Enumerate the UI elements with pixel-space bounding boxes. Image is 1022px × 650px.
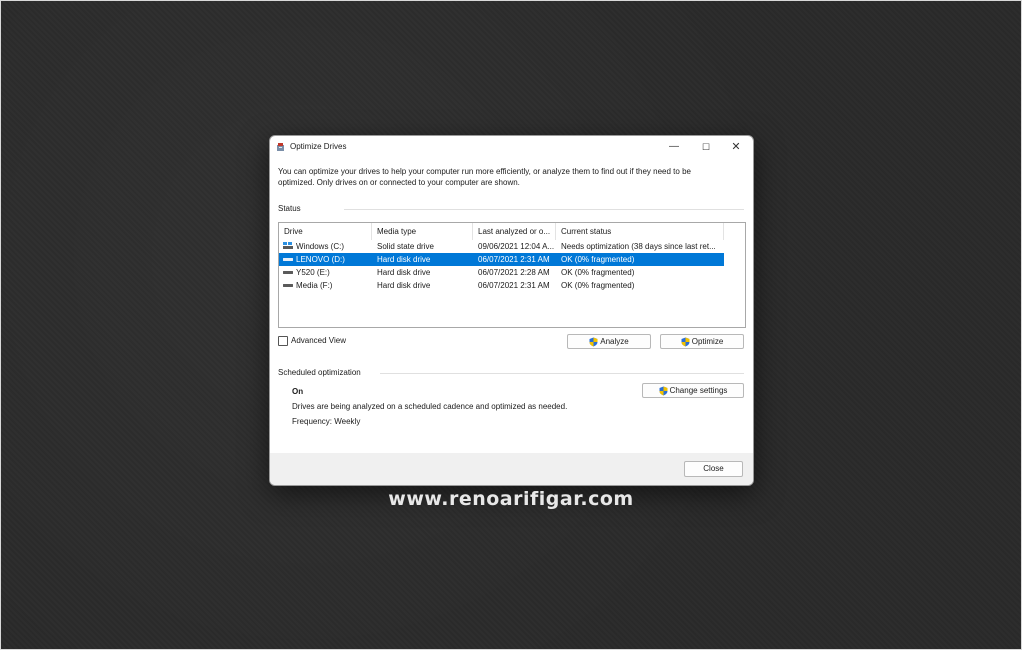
drive-cell-media-type: Hard disk drive [377, 255, 431, 264]
ssd-drive-icon [283, 242, 293, 249]
schedule-state: On [292, 387, 304, 396]
column-header-drive[interactable]: Drive [279, 223, 372, 240]
schedule-frequency: Frequency: Weekly [292, 417, 361, 426]
advanced-view-label[interactable]: Advanced View [291, 336, 346, 345]
drive-row[interactable]: Windows (C:) Solid state drive 09/06/2021 … [279, 240, 724, 253]
drive-cell-drive: Windows (C:) [296, 242, 345, 251]
analyze-button[interactable]: Analyze [567, 334, 651, 349]
drive-cell-last-analyzed: 09/06/2021 12:04 A... [478, 242, 555, 251]
drive-cell-current-status: OK (0% fragmented) [561, 281, 635, 290]
drives-list[interactable]: Drive Media type Last analyzed or o... C… [278, 222, 746, 328]
schedule-description: Drives are being analyzed on a scheduled… [292, 402, 568, 411]
hdd-drive-icon [283, 271, 293, 274]
drive-cell-drive: LENOVO (D:) [296, 255, 345, 264]
status-section-label: Status [278, 204, 301, 213]
minimize-button[interactable]: — [658, 138, 690, 156]
description-text: You can optimize your drives to help you… [278, 167, 691, 187]
column-header-media-type[interactable]: Media type [372, 223, 473, 240]
drive-row[interactable]: Y520 (E:) Hard disk drive 06/07/2021 2:28 … [279, 266, 724, 279]
hdd-drive-icon [283, 284, 293, 287]
watermark-text: www.renoarifigar.com [388, 488, 634, 510]
drive-cell-media-type: Hard disk drive [377, 281, 431, 290]
scheduled-section-label: Scheduled optimization [278, 368, 361, 377]
analyze-button-label: Analyze [600, 337, 629, 346]
window-title: Optimize Drives [290, 142, 347, 151]
optimize-button[interactable]: Optimize [660, 334, 744, 349]
drive-row[interactable]: Media (F:) Hard disk drive 06/07/2021 2:31… [279, 279, 724, 292]
drive-cell-current-status: Needs optimization (38 days since last r… [561, 242, 716, 251]
dialog-footer: Close [270, 453, 753, 485]
drive-cell-media-type: Solid state drive [377, 242, 434, 251]
uac-shield-icon [659, 386, 668, 396]
drive-cell-drive: Media (F:) [296, 281, 333, 290]
optimize-drives-app-icon [277, 143, 284, 151]
advanced-view-checkbox[interactable] [278, 336, 288, 346]
column-header-current-status[interactable]: Current status [556, 223, 724, 240]
close-window-button[interactable]: ✕ [720, 138, 752, 156]
optimize-drives-dialog: Optimize Drives — ☐ ✕ You can optimize y… [269, 135, 754, 486]
hdd-drive-icon [283, 258, 293, 261]
drive-row[interactable]: LENOVO (D:) Hard disk drive 06/07/2021 2:3… [279, 253, 724, 266]
uac-shield-icon [681, 337, 690, 347]
title-bar: Optimize Drives — ☐ ✕ [270, 136, 753, 158]
uac-shield-icon [589, 337, 598, 347]
drives-list-header: Drive Media type Last analyzed or o... C… [279, 223, 745, 240]
close-button[interactable]: Close [684, 461, 743, 477]
change-settings-button[interactable]: Change settings [642, 383, 744, 398]
drive-cell-last-analyzed: 06/07/2021 2:28 AM [478, 268, 550, 277]
drive-cell-current-status: OK (0% fragmented) [561, 255, 635, 264]
drive-cell-last-analyzed: 06/07/2021 2:31 AM [478, 255, 550, 264]
optimize-button-label: Optimize [691, 337, 724, 346]
change-settings-button-label: Change settings [669, 386, 728, 395]
column-header-last-analyzed[interactable]: Last analyzed or o... [473, 223, 556, 240]
drive-cell-drive: Y520 (E:) [296, 268, 330, 277]
scheduled-divider [380, 373, 744, 374]
drive-cell-media-type: Hard disk drive [377, 268, 431, 277]
drive-cell-current-status: OK (0% fragmented) [561, 268, 635, 277]
status-divider [344, 209, 744, 210]
drive-cell-last-analyzed: 06/07/2021 2:31 AM [478, 281, 550, 290]
maximize-button[interactable]: ☐ [690, 138, 722, 156]
